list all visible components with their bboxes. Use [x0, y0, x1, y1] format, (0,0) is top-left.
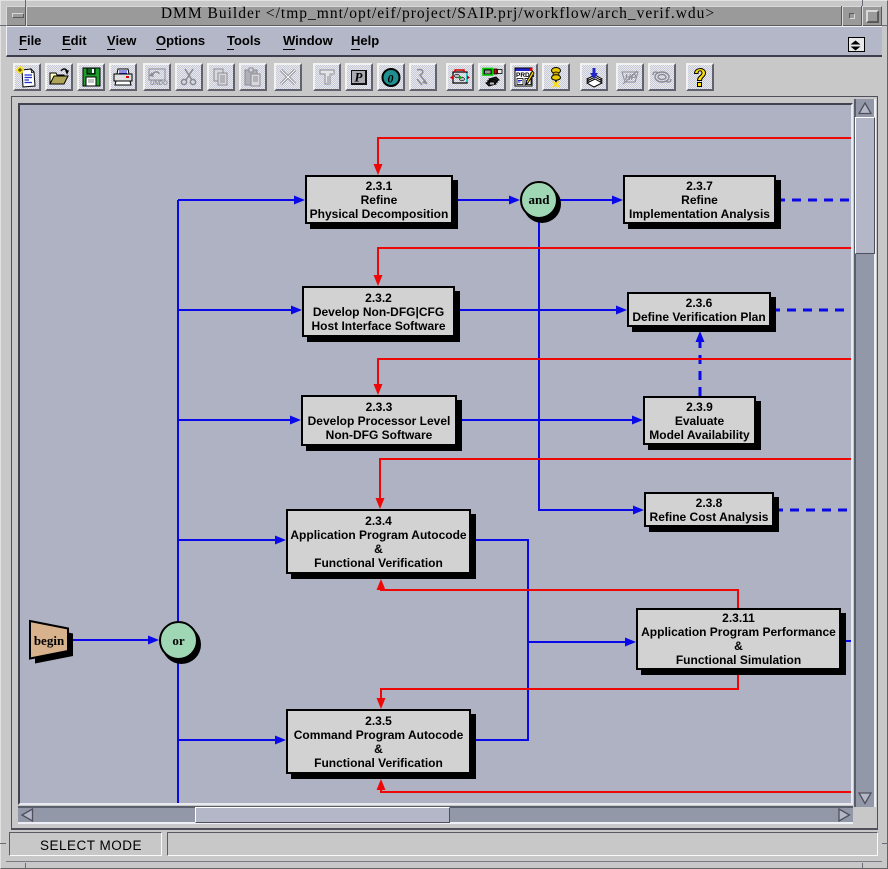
svg-text:UNDO: UNDO: [150, 81, 168, 87]
svg-text:0: 0: [388, 72, 394, 86]
svg-text:begin: begin: [34, 633, 65, 648]
svg-text:P: P: [355, 70, 364, 85]
